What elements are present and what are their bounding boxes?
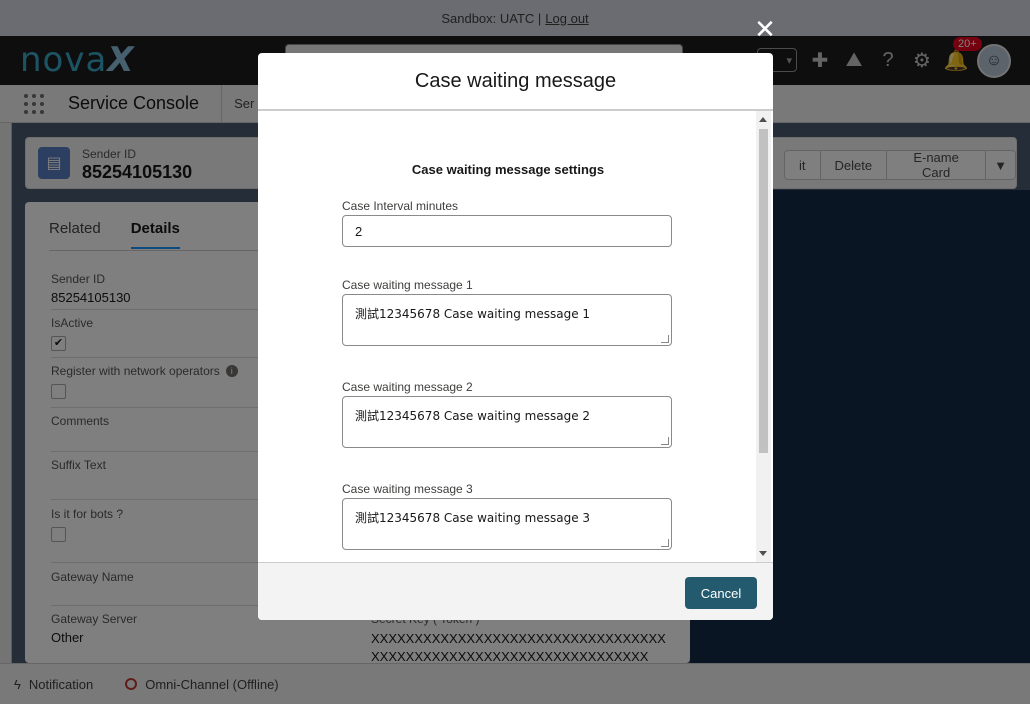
message-1-label: Case waiting message 1: [342, 278, 473, 292]
scroll-down-icon[interactable]: [759, 551, 767, 556]
scroll-up-icon[interactable]: [759, 117, 767, 122]
modal-scrollbar[interactable]: [756, 111, 771, 562]
interval-value: 2: [355, 223, 363, 239]
message-3-textarea[interactable]: 測試12345678 Case waiting message 3: [342, 498, 672, 550]
message-3-value: 測試12345678 Case waiting message 3: [355, 511, 591, 525]
message-2-label: Case waiting message 2: [342, 380, 473, 394]
modal-title: Case waiting message: [414, 69, 617, 92]
message-1-textarea[interactable]: 測試12345678 Case waiting message 1: [342, 294, 672, 346]
interval-label: Case Interval minutes: [342, 199, 459, 213]
modal-header: Case waiting message: [258, 53, 773, 111]
case-waiting-modal: Case waiting message Case waiting messag…: [258, 53, 773, 620]
resize-grip-icon[interactable]: [661, 335, 669, 343]
resize-grip-icon[interactable]: [661, 437, 669, 445]
modal-body: Case waiting message settings Case Inter…: [258, 111, 773, 562]
message-1-value: 測試12345678 Case waiting message 1: [355, 307, 591, 321]
interval-input[interactable]: 2: [342, 215, 672, 247]
message-2-textarea[interactable]: 測試12345678 Case waiting message 2: [342, 396, 672, 448]
scroll-thumb[interactable]: [759, 129, 768, 453]
message-3-label: Case waiting message 3: [342, 482, 473, 496]
message-2-value: 測試12345678 Case waiting message 2: [355, 409, 591, 423]
close-icon[interactable]: ✕: [752, 16, 778, 42]
cancel-button[interactable]: Cancel: [685, 577, 757, 609]
settings-title: Case waiting message settings: [411, 162, 605, 177]
resize-grip-icon[interactable]: [661, 539, 669, 547]
modal-footer: Cancel: [258, 562, 773, 620]
